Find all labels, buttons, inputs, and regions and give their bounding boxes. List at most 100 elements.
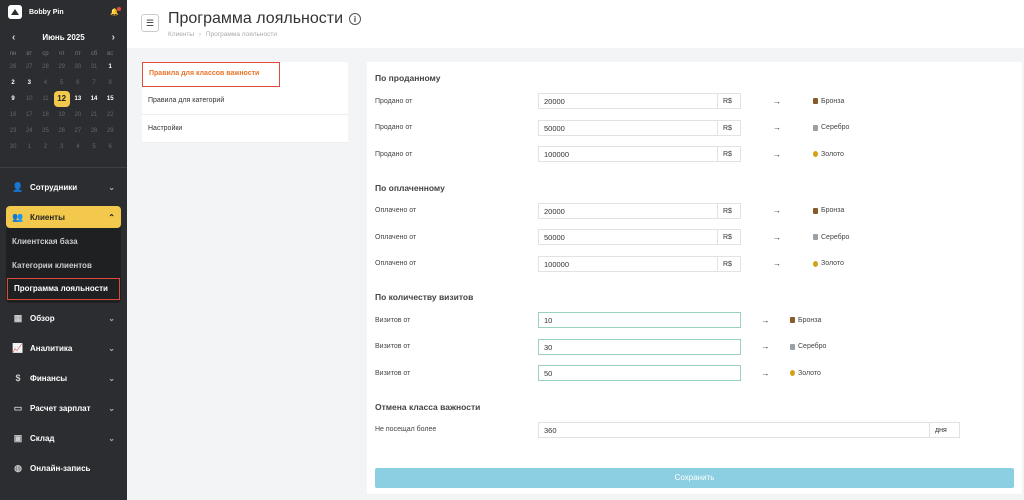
visits-section-title: По количеству визитов — [375, 292, 474, 302]
prev-month-icon[interactable]: ‹ — [12, 32, 15, 43]
nav-finance[interactable]: $ Финансы ⌄ — [0, 363, 127, 393]
calendar-day[interactable]: 27 — [70, 123, 86, 139]
nav-clients[interactable]: 👥 Клиенты ⌃ — [6, 206, 121, 228]
level-bronze: Бронза — [813, 207, 844, 214]
calendar-day[interactable]: 18 — [37, 107, 53, 123]
user-header[interactable]: Bobby Pin 🔔 — [0, 0, 127, 24]
bell-icon[interactable]: 🔔 — [110, 7, 121, 16]
calendar-day[interactable]: 28 — [37, 59, 53, 75]
calendar-day[interactable]: 26 — [5, 59, 21, 75]
nav-analytics[interactable]: 📈 Аналитика ⌄ — [0, 333, 127, 363]
currency-label: R$ — [718, 229, 741, 246]
weekday-label: пн — [9, 51, 17, 57]
nav-client-base[interactable]: Клиентская база — [6, 230, 121, 254]
calendar-day[interactable]: 5 — [86, 139, 102, 155]
visits-row: Визитов от 30 → Серебро — [375, 334, 1022, 361]
visits-row: Визитов от 10 → Бронза — [375, 307, 1022, 334]
calendar-day[interactable]: 4 — [70, 139, 86, 155]
calendar-day[interactable]: 6 — [70, 75, 86, 91]
paid-label: Оплачено от — [375, 233, 417, 241]
nav-loyalty-program[interactable]: Программа лояльности — [7, 278, 120, 300]
calendar-day[interactable]: 24 — [21, 123, 37, 139]
calendar-day[interactable]: 30 — [5, 139, 21, 155]
calendar-day[interactable]: 8 — [102, 75, 118, 91]
calendar-day[interactable]: 2 — [37, 139, 53, 155]
calendar-day[interactable]: 30 — [70, 59, 86, 75]
calendar-day[interactable]: 28 — [86, 123, 102, 139]
nav-booking[interactable]: ◍ Онлайн-запись — [0, 453, 127, 483]
level-bronze: Бронза — [813, 98, 844, 105]
hamburger-menu-icon[interactable]: ☰ — [141, 14, 159, 32]
nav-staff[interactable]: 👤 Сотрудники ⌄ — [0, 172, 127, 202]
title-block: Программа лояльности i Клиенты › Програм… — [168, 10, 362, 38]
calendar-day[interactable]: 17 — [21, 107, 37, 123]
calendar-day-today[interactable]: 12 — [53, 91, 70, 107]
breadcrumb-current: Программа лояльности — [205, 31, 277, 38]
level-label: Бронза — [798, 316, 822, 324]
breadcrumb-clients[interactable]: Клиенты — [168, 31, 194, 38]
save-button[interactable]: Сохранить — [375, 468, 1014, 488]
calendar-day[interactable]: 3 — [54, 139, 70, 155]
calendar-day[interactable]: 2 — [5, 75, 21, 91]
calendar-day[interactable]: 4 — [37, 75, 53, 91]
calendar-day[interactable]: 9 — [5, 91, 21, 107]
weekday-label: пт — [74, 51, 81, 57]
paid-threshold-input[interactable]: 50000 — [538, 229, 718, 246]
calendar-day[interactable]: 22 — [102, 107, 118, 123]
level-gold: Золото — [813, 151, 844, 158]
sold-threshold-input[interactable]: 100000 — [538, 146, 718, 163]
calendar-day[interactable]: 14 — [86, 91, 102, 107]
calendar-day[interactable]: 19 — [54, 107, 70, 123]
level-label: Бронза — [821, 97, 845, 105]
nav-warehouse[interactable]: ▣ Склад ⌄ — [0, 423, 127, 453]
calendar-day[interactable]: 27 — [21, 59, 37, 75]
nav-finance-label: Финансы — [30, 373, 68, 383]
nav-client-categories[interactable]: Категории клиентов — [6, 254, 121, 278]
sold-row: Продано от 20000 R$ → Бронза — [375, 88, 1022, 115]
calendar-header: ‹ Июнь 2025 › — [0, 32, 127, 43]
tab-settings[interactable]: Настройки — [142, 115, 348, 143]
calendar-day[interactable]: 15 — [102, 91, 118, 107]
visits-threshold-input[interactable]: 10 — [538, 312, 741, 329]
sold-section-title: По проданному — [375, 73, 441, 83]
sold-threshold-input[interactable]: 20000 — [538, 93, 718, 110]
calendar-day[interactable]: 29 — [54, 59, 70, 75]
paid-row: Оплачено от 20000 R$ → Бронза — [375, 198, 1022, 225]
calendar-day[interactable]: 6 — [102, 139, 118, 155]
calendar-day[interactable]: 21 — [86, 107, 102, 123]
nav-overview[interactable]: ▦ Обзор ⌄ — [0, 303, 127, 333]
calendar-day[interactable]: 7 — [86, 75, 102, 91]
info-icon[interactable]: i — [349, 13, 362, 25]
nav-payroll[interactable]: ▭ Расчет зарплат ⌄ — [0, 393, 127, 423]
tab-category-rules[interactable]: Правила для категорий — [142, 87, 348, 115]
calendar-day[interactable]: 25 — [37, 123, 53, 139]
calendar-day[interactable]: 26 — [54, 123, 70, 139]
calendar-day[interactable]: 10 — [21, 91, 37, 107]
cancel-days-input[interactable]: 360 — [538, 421, 930, 438]
paid-section-title: По оплаченному — [375, 182, 445, 193]
calendar-day[interactable]: 13 — [70, 91, 86, 107]
calendar-day[interactable]: 1 — [21, 139, 37, 155]
box-icon: ▣ — [13, 432, 23, 443]
calendar-day[interactable]: 29 — [102, 123, 118, 139]
sold-threshold-input[interactable]: 50000 — [538, 119, 718, 136]
paid-threshold-input[interactable]: 100000 — [538, 255, 718, 272]
next-month-icon[interactable]: › — [112, 32, 115, 43]
tab-class-rules[interactable]: Правила для классов важности — [142, 62, 280, 87]
calendar-day[interactable]: 16 — [5, 107, 21, 123]
calendar-day[interactable]: 11 — [37, 91, 53, 107]
gold-medal-icon — [813, 260, 818, 267]
calendar-day[interactable]: 31 — [86, 59, 102, 75]
chart-icon: 📈 — [12, 342, 24, 353]
chevron-down-icon: ⌄ — [108, 373, 115, 383]
calendar-day[interactable]: 20 — [70, 107, 86, 123]
visits-threshold-input[interactable]: 50 — [538, 365, 741, 382]
bronze-medal-icon — [813, 207, 818, 214]
calendar-day[interactable]: 23 — [5, 123, 21, 139]
calendar-day[interactable]: 5 — [54, 75, 70, 91]
visits-threshold-input[interactable]: 30 — [538, 338, 741, 355]
paid-threshold-input[interactable]: 20000 — [538, 202, 718, 219]
calendar-day[interactable]: 1 — [102, 59, 118, 75]
calendar-day[interactable]: 3 — [21, 75, 37, 91]
globe-icon: ◍ — [14, 462, 22, 473]
